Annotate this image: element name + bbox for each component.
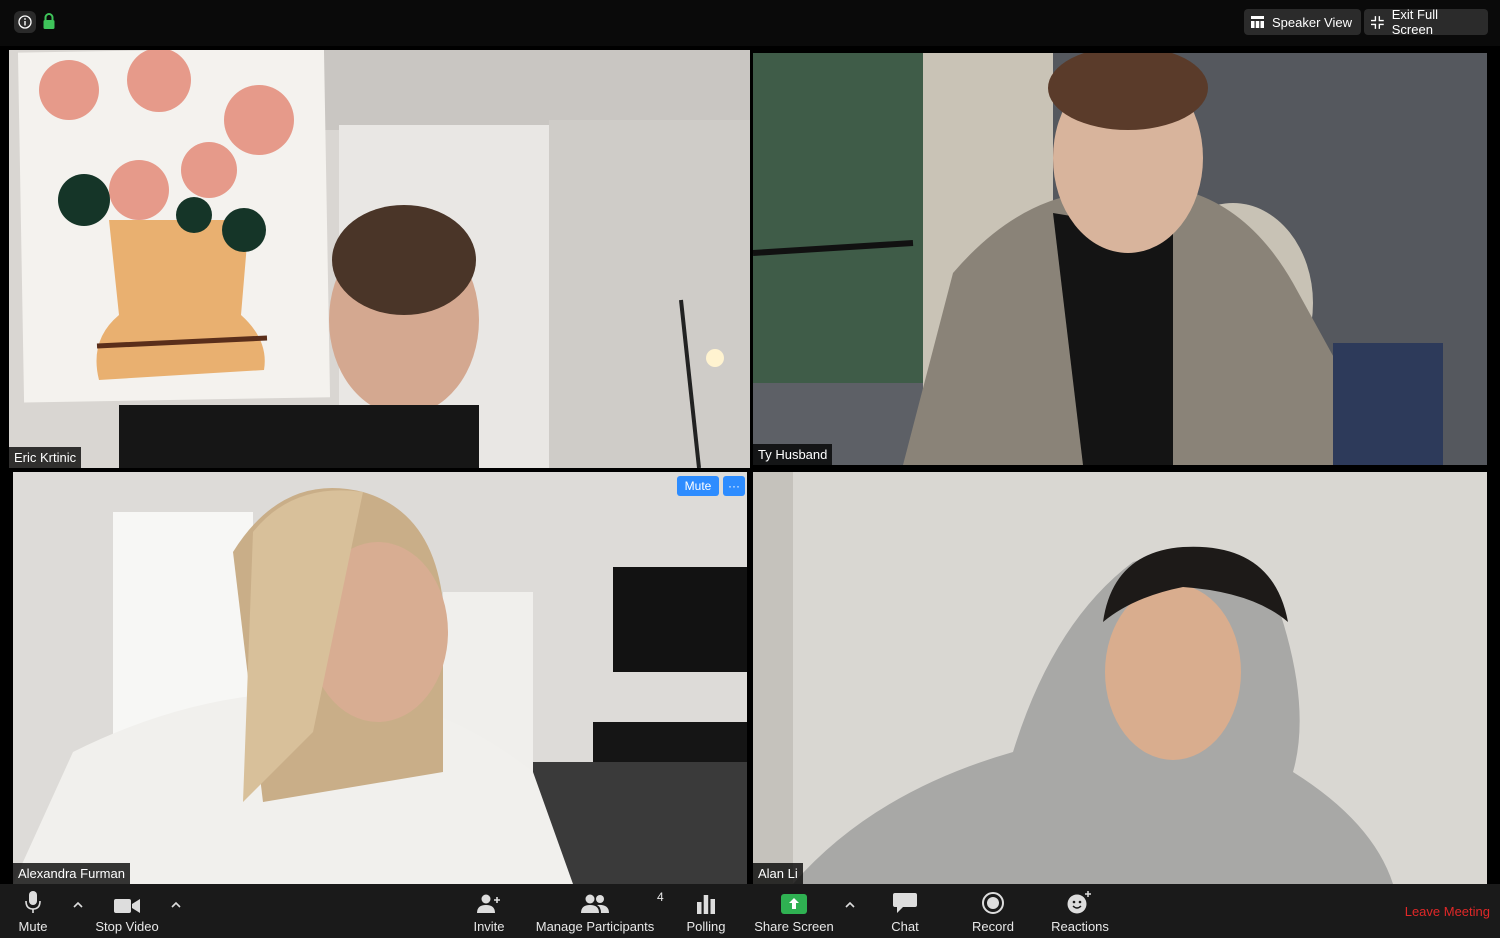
participant-name: Alan Li [753, 863, 803, 884]
emoji-plus-icon [1067, 891, 1091, 914]
add-person-icon [477, 894, 500, 913]
video-feed [13, 472, 747, 884]
manage-participants-button[interactable]: 4 Manage Participants [535, 884, 664, 938]
video-tile-alexandra-furman[interactable]: Alexandra Furman [13, 472, 747, 884]
video-camera-icon [114, 899, 140, 913]
tile-more-options-button[interactable]: ··· [723, 476, 745, 496]
reactions-button[interactable]: Reactions [1050, 884, 1110, 938]
invite-button[interactable]: Invite [468, 884, 510, 938]
chat-label: Chat [891, 919, 919, 934]
exit-full-screen-label: Exit Full Screen [1391, 7, 1438, 37]
participants-icon [581, 894, 609, 913]
video-feed [753, 472, 1487, 884]
exit-full-screen-icon [1371, 15, 1384, 29]
share-screen-icon [781, 894, 807, 914]
share-screen-button[interactable]: Share Screen [754, 884, 834, 938]
video-tile-ty-husband[interactable]: Ty Husband [753, 53, 1487, 465]
participant-name: Ty Husband [753, 444, 833, 465]
video-options-caret-icon[interactable] [169, 898, 183, 912]
microphone-icon [25, 891, 41, 913]
exit-full-screen-button[interactable]: Exit Full Screen [1364, 7, 1488, 37]
audio-options-caret-icon[interactable] [71, 898, 85, 912]
grid-icon [1251, 16, 1264, 28]
polling-button[interactable]: Polling [684, 884, 728, 938]
stop-video-label: Stop Video [95, 919, 159, 934]
mute-button[interactable]: Mute [12, 884, 54, 938]
speaker-view-button[interactable]: Speaker View [1244, 9, 1361, 35]
video-feed [753, 53, 1487, 465]
chat-button[interactable]: Chat [886, 884, 924, 938]
polling-label: Polling [686, 919, 726, 934]
mute-label: Mute [18, 919, 48, 934]
chat-bubble-icon [893, 893, 917, 913]
record-button[interactable]: Record [970, 884, 1016, 938]
participant-count: 4 [657, 890, 664, 904]
participant-name: Eric Krtinic [9, 447, 82, 468]
record-label: Record [972, 919, 1014, 934]
video-tile-alan-li[interactable]: Alan Li [753, 472, 1487, 884]
record-icon [982, 892, 1004, 914]
video-tile-eric-krtinic[interactable]: Eric Krtinic [9, 50, 750, 468]
speaker-view-label: Speaker View [1272, 14, 1352, 30]
share-screen-label: Share Screen [754, 919, 834, 934]
participant-name: Alexandra Furman [13, 863, 130, 884]
manage-participants-label: Manage Participants [535, 919, 655, 934]
leave-meeting-button[interactable]: Leave Meeting [1405, 904, 1490, 919]
top-bar: Speaker View Exit Full Screen [0, 0, 1500, 46]
video-feed [9, 50, 750, 468]
lock-icon[interactable] [42, 12, 56, 30]
share-options-caret-icon[interactable] [843, 898, 857, 912]
meeting-controls-bar: Mute Stop Video Invite 4 Manage Particip… [0, 884, 1500, 938]
stop-video-button[interactable]: Stop Video [92, 884, 162, 938]
bar-chart-icon [697, 895, 715, 914]
invite-label: Invite [473, 919, 505, 934]
reactions-label: Reactions [1051, 919, 1109, 934]
info-icon[interactable] [14, 11, 36, 33]
tile-mute-button[interactable]: Mute [677, 476, 719, 496]
